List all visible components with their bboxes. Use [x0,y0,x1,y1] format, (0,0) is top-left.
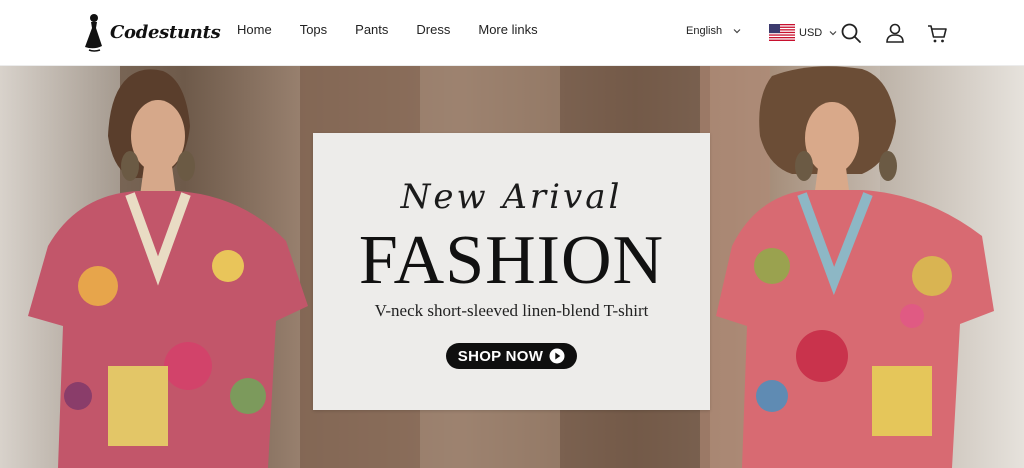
chevron-down-icon [829,30,837,35]
hero-subtitle: V-neck short-sleeved linen-blend T-shirt [374,301,649,320]
hero-title: FASHION [358,222,665,299]
nav-home[interactable]: Home [237,22,272,37]
cart-icon[interactable] [926,22,948,44]
model-right-image [716,66,994,468]
us-flag-icon [769,24,795,41]
shop-now-button[interactable]: SHOP NOW [446,343,577,369]
brand-logo[interactable]: Codestunts [80,12,221,52]
user-icon[interactable] [884,22,906,44]
promo-card: New Arival FASHION V-neck short-sleeved … [313,133,710,410]
brand-name: Codestunts [110,21,221,43]
nav-tops[interactable]: Tops [300,22,327,37]
play-circle-icon [549,348,565,364]
language-label: English [686,25,723,37]
language-selector[interactable]: English [686,25,742,37]
nav-dress[interactable]: Dress [416,22,450,37]
hero-banner: New Arival FASHION V-neck short-sleeved … [0,66,1024,468]
search-icon[interactable] [840,22,862,44]
site-header: Codestunts Home Tops Pants Dress More li… [0,0,1024,66]
main-nav: Home Tops Pants Dress More links [237,22,538,37]
shop-now-label: SHOP NOW [457,347,544,365]
currency-label: USD [799,26,823,39]
model-left-image [28,69,308,468]
nav-more-links[interactable]: More links [478,22,537,37]
dress-figure-logo-icon [85,14,102,52]
nav-pants[interactable]: Pants [355,22,388,37]
new-arrival-script-heading: New Arival [400,177,623,217]
currency-selector[interactable]: USD [769,24,838,41]
chevron-down-icon [733,29,741,34]
